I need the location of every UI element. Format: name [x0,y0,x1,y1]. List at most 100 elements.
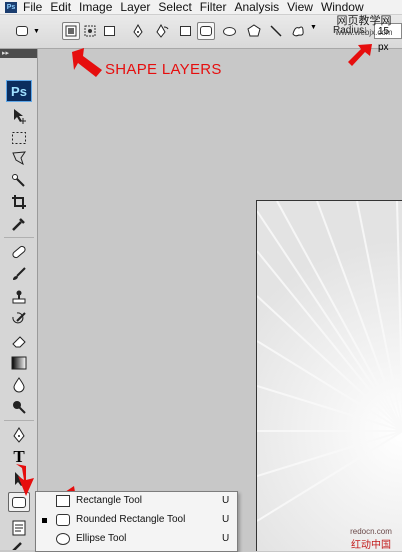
line-option[interactable] [267,22,285,40]
shape-tool-flyout-menu: Rectangle Tool U Rounded Rectangle Tool … [35,491,238,552]
freeform-pen-option[interactable] [153,22,171,40]
menu-item-rectangle-tool[interactable]: Rectangle Tool U [36,492,237,511]
watermark-top-text: 网页教学网 [336,15,392,27]
shape-layers-button[interactable] [62,22,80,40]
menu-image[interactable]: Image [79,0,120,14]
watermark-top-url: www.webjx.com [335,28,393,37]
eraser-icon [12,336,26,348]
red-arrow-icon [72,48,102,77]
lasso-icon [12,151,26,166]
chevron-down-icon[interactable]: ▼ [310,24,317,31]
shortcut-key: U [222,514,230,525]
marquee-icon [12,132,26,144]
menu-view[interactable]: View [287,0,321,14]
shortcut-key: U [222,533,230,544]
menu-analysis[interactable]: Analysis [234,0,287,14]
rounded-rectangle-icon [56,514,70,526]
ellipse-icon [222,26,236,36]
rectangle-icon [179,26,191,36]
selected-indicator [42,518,47,523]
pen-tool[interactable] [8,425,30,445]
ellipse-option[interactable] [220,22,238,40]
rounded-rectangle-icon [200,26,212,36]
menu-layer[interactable]: Layer [120,0,158,14]
shortcut-key: U [222,495,230,506]
ps-logo: Ps [6,80,32,102]
healing-brush-tool[interactable] [8,242,30,262]
sunburst-background [257,201,402,522]
shape-layers-icon [65,25,77,37]
blur-tool[interactable] [8,375,30,395]
watermark-bottom-url: redocn.com [350,527,392,536]
crop-tool[interactable] [8,192,30,212]
freeform-pen-icon [156,24,169,38]
history-brush-icon [12,312,26,324]
menu-select[interactable]: Select [158,0,199,14]
watermark-bottom: redocn.com 红动中国 [340,527,402,551]
note-icon [12,520,26,536]
watermark-bottom-text: 红动中国 [351,540,391,551]
polygon-icon [247,24,261,37]
lasso-tool[interactable] [8,148,30,168]
app-icon: Ps [5,1,17,13]
bandage-icon [12,245,26,259]
pen-icon [133,24,143,38]
menu-item-ellipse-tool[interactable]: Ellipse Tool U [36,530,237,549]
eyedropper-icon [12,542,22,550]
menu-edit[interactable]: Edit [50,0,79,14]
eyedropper-tool-2[interactable] [8,540,30,550]
menu-file[interactable]: File [23,0,50,14]
annotation-shape-layers: SHAPE LAYERS [105,61,222,78]
rounded-rectangle-option[interactable] [197,22,215,40]
custom-shape-icon [292,26,304,37]
custom-shape-option[interactable] [289,22,307,40]
dodge-tool[interactable] [8,397,30,417]
document-canvas[interactable] [256,200,402,551]
rounded-rectangle-icon [16,26,29,36]
rectangle-icon [56,495,70,507]
panel-collapse-icon[interactable]: ▸▸ [0,49,37,58]
fill-pixels-button[interactable] [100,22,118,40]
chevron-down-icon: ▼ [33,27,40,35]
eyedropper-tool[interactable] [8,214,30,234]
brush-icon [13,267,26,280]
magic-wand-icon [12,174,25,187]
options-bar: ▼ ▼ Radius: 15 px 网页教学网 www.webjx.com [0,12,402,53]
divider [4,420,34,421]
paths-icon [84,25,96,37]
quick-selection-tool[interactable] [8,171,30,191]
history-brush-tool[interactable] [8,309,30,329]
rounded-rectangle-icon [12,496,26,508]
brush-tool[interactable] [8,264,30,284]
line-icon [270,25,282,37]
gradient-icon [11,356,27,370]
marquee-tool[interactable] [8,128,30,148]
stamp-icon [12,290,26,304]
watermark-top: 网页教学网 www.webjx.com [326,12,402,37]
red-arrow-icon [348,44,372,66]
gradient-tool[interactable] [8,353,30,373]
menu-item-label: Ellipse Tool [76,533,127,544]
move-tool[interactable] [8,106,30,126]
pen-icon [13,427,25,443]
eraser-tool[interactable] [8,331,30,351]
tool-preset-picker[interactable]: ▼ [13,22,43,40]
polygon-option[interactable] [245,22,263,40]
menu-item-label: Rectangle Tool [76,495,142,506]
fill-pixels-icon [103,26,115,36]
rectangle-option[interactable] [176,22,194,40]
notes-tool[interactable] [8,518,30,538]
eyedropper-icon [12,218,25,231]
paths-button[interactable] [81,22,99,40]
pen-tool-option[interactable] [129,22,147,40]
dodge-icon [13,401,26,414]
move-icon [14,109,26,124]
ellipse-icon [56,533,70,545]
droplet-icon [13,377,25,393]
crop-icon [12,195,26,209]
clone-stamp-tool[interactable] [8,287,30,307]
menu-item-label: Rounded Rectangle Tool [76,514,186,525]
menu-item-rounded-rectangle-tool[interactable]: Rounded Rectangle Tool U [36,511,237,530]
divider [4,237,34,238]
menu-filter[interactable]: Filter [200,0,235,14]
